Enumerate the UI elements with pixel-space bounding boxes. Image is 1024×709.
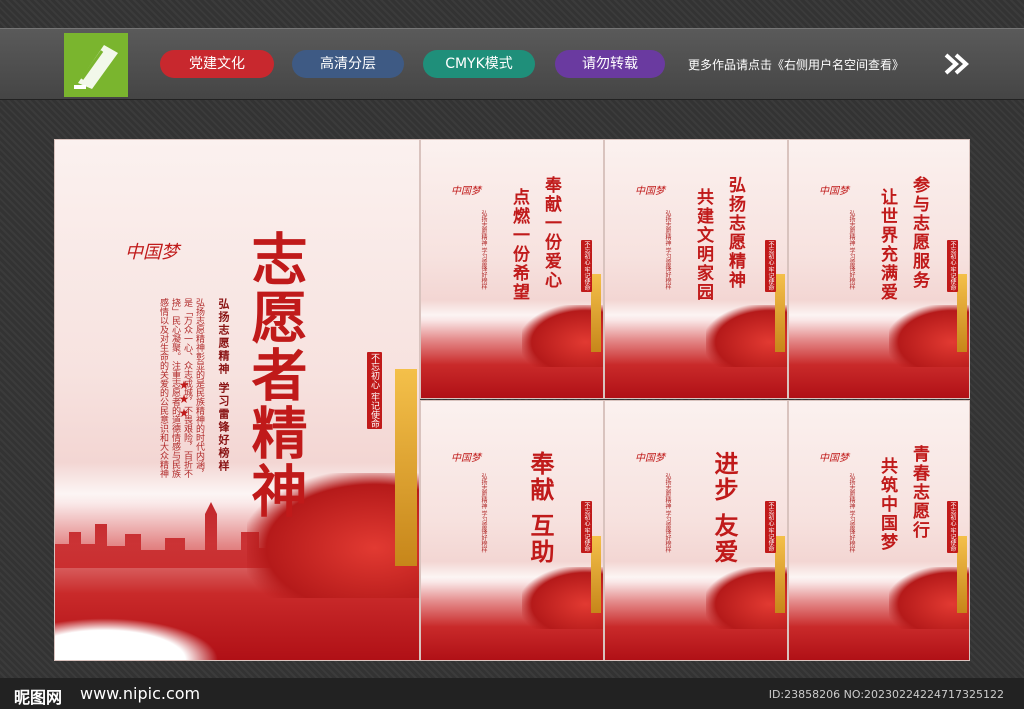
- poster-6-brand: 中国梦: [819, 453, 849, 464]
- poster-5-brand: 中国梦: [635, 453, 665, 464]
- main-seal: 不忘初心 牢记使命: [367, 352, 382, 429]
- tag-cmyk[interactable]: CMYK模式: [423, 50, 535, 78]
- poster-5-slogan: 弘扬志愿精神 学习雷锋好榜样: [664, 473, 671, 553]
- poster-6-line2: 共筑中国梦: [877, 457, 897, 552]
- ornamental-column: [395, 368, 417, 567]
- poster-4-slogan: 弘扬志愿精神 学习雷锋好榜样: [480, 473, 487, 553]
- image-id: ID:23858206 NO:20230224224717325122: [768, 688, 1004, 701]
- poster-3-brand: 中国梦: [819, 186, 849, 197]
- poster-1-seal: 不忘初心 牢记使命: [581, 240, 592, 292]
- poster-5-line2: 友爱: [710, 513, 739, 565]
- poster-6-line1: 青春志愿行: [909, 445, 929, 540]
- star-decoration: ★★★: [177, 378, 191, 420]
- poster-3-slogan: 弘扬志愿精神 学习雷锋好榜样: [848, 210, 855, 290]
- poster-4-line2: 互助: [526, 513, 555, 565]
- main-poster: 中国梦 志愿者精神 弘扬志愿精神 学习雷锋好榜样 弘扬志愿精神彰显的是民族精神的…: [54, 139, 420, 661]
- poster-1-brand: 中国梦: [451, 186, 481, 197]
- poster-2: 中国梦 弘扬志愿精神 共建文明家园 弘扬志愿精神 学习雷锋好榜样 不忘初心 牢记…: [604, 139, 788, 399]
- poster-4-seal: 不忘初心 牢记使命: [581, 501, 592, 553]
- poster-1-line1: 奉献一份爱心: [541, 176, 561, 290]
- poster-6-seal: 不忘初心 牢记使命: [947, 501, 958, 553]
- main-brand-logo: 中国梦: [125, 242, 179, 263]
- poster-4-brand: 中国梦: [451, 453, 481, 464]
- poster-3: 中国梦 参与志愿服务 让世界充满爱 弘扬志愿精神 学习雷锋好榜样 不忘初心 牢记…: [788, 139, 970, 399]
- poster-6: 中国梦 青春志愿行 共筑中国梦 弘扬志愿精神 学习雷锋好榜样 不忘初心 牢记使命: [788, 400, 970, 661]
- brand-logo: [64, 33, 128, 97]
- poster-2-slogan: 弘扬志愿精神 学习雷锋好榜样: [664, 210, 671, 290]
- cloud: [55, 618, 219, 660]
- main-title: 志愿者精神: [242, 230, 308, 520]
- more-works-note[interactable]: 更多作品请点击《右侧用户名空间查看》: [688, 56, 904, 73]
- double-arrow-icon[interactable]: [944, 53, 970, 75]
- poster-5-seal: 不忘初心 牢记使命: [765, 501, 776, 553]
- main-slogan: 弘扬志愿精神 学习雷锋好榜样: [217, 298, 230, 473]
- tag-no-repost[interactable]: 请勿转载: [555, 50, 665, 78]
- site-name: 昵图网: [14, 688, 63, 707]
- poster-4-line1: 奉献: [526, 451, 555, 503]
- tag-party-culture[interactable]: 党建文化: [160, 50, 274, 78]
- poster-4: 中国梦 奉献 互助 弘扬志愿精神 学习雷锋好榜样 不忘初心 牢记使命: [420, 400, 604, 661]
- site-url[interactable]: www.nipic.com: [80, 684, 200, 703]
- poster-1: 中国梦 奉献一份爱心 点燃一份希望 弘扬志愿精神 学习雷锋好榜样 不忘初心 牢记…: [420, 139, 604, 399]
- poster-2-line2: 共建文明家园: [693, 188, 713, 302]
- tag-hd-layers[interactable]: 高清分层: [292, 50, 404, 78]
- poster-5-line1: 进步: [710, 451, 739, 503]
- poster-6-slogan: 弘扬志愿精神 学习雷锋好榜样: [848, 473, 855, 553]
- poster-3-seal: 不忘初心 牢记使命: [947, 240, 958, 292]
- poster-5: 中国梦 进步 友爱 弘扬志愿精神 学习雷锋好榜样 不忘初心 牢记使命: [604, 400, 788, 661]
- poster-3-line1: 参与志愿服务: [909, 176, 929, 290]
- poster-1-line2: 点燃一份希望: [509, 188, 529, 302]
- poster-1-slogan: 弘扬志愿精神 学习雷锋好榜样: [480, 210, 487, 290]
- poster-2-brand: 中国梦: [635, 186, 665, 197]
- poster-2-seal: 不忘初心 牢记使命: [765, 240, 776, 292]
- poster-3-line2: 让世界充满爱: [877, 188, 897, 302]
- poster-2-line1: 弘扬志愿精神: [725, 176, 745, 290]
